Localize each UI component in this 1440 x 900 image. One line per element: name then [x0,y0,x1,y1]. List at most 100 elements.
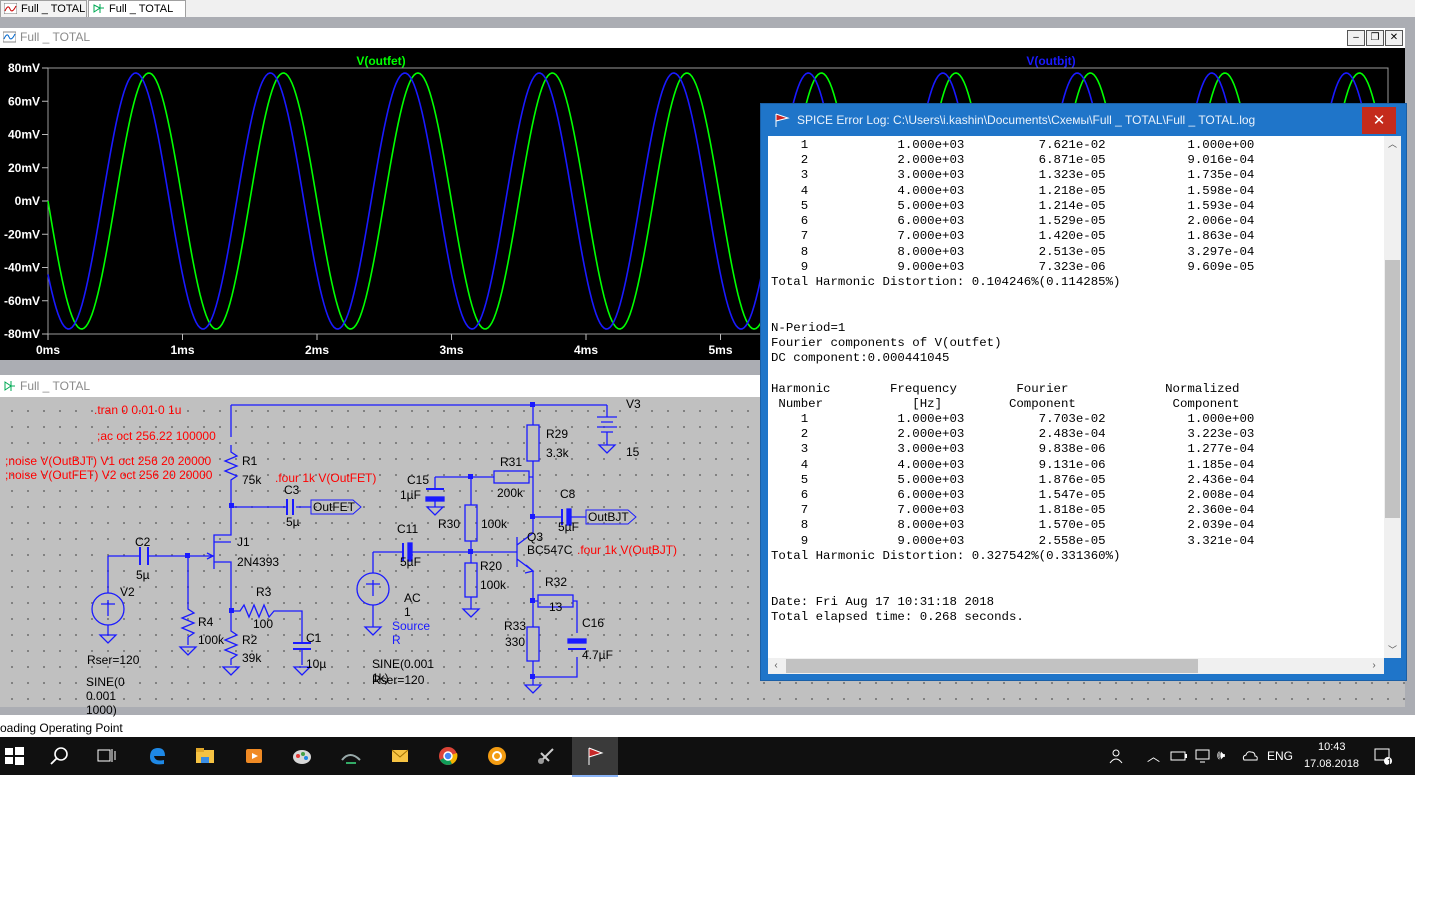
c11-name: C11 [397,522,419,536]
x-tick-label: 0ms [36,343,60,357]
log-line: 7 7.000e+03 1.420e-05 1.863e-04 [771,229,1255,244]
tab-schematic[interactable]: Full _ TOTAL [88,0,186,17]
y-tick-label: -80mV [4,327,40,341]
error-log-text: 1 1.000e+03 7.621e-02 1.000e+00 2 2.000e… [771,138,1254,625]
clock-time[interactable]: 10:43 [1318,741,1346,753]
outfet-flag[interactable]: OutFET [313,500,355,514]
ltspice-active-taskbar-button[interactable] [572,737,618,777]
start-icon[interactable] [3,745,25,767]
log-line: 3 3.000e+03 9.838e-06 1.277e-04 [771,442,1255,457]
app-orange-icon[interactable] [486,745,508,767]
r31-value: 200k [497,486,524,500]
satellite-icon[interactable] [535,745,557,767]
h-scroll-thumb[interactable] [786,659,1198,673]
scroll-left-icon[interactable]: ‹ [768,658,784,674]
network-icon[interactable] [1194,748,1212,764]
battery-icon[interactable] [1170,749,1188,763]
tran-directive[interactable]: .tran 0 0.01 0 1u [94,403,181,417]
v2-name: V2 [120,585,135,599]
ac-directive[interactable]: ;ac oct 256.22 100000 [97,429,216,443]
restore-button[interactable]: ❐ [1366,30,1384,46]
error-log-text-area[interactable]: 1 1.000e+03 7.621e-02 1.000e+00 2 2.000e… [768,136,1384,658]
log-line: Total elapsed time: 0.268 seconds. [771,609,1024,624]
c15-value: 1µF [400,488,421,502]
search-icon[interactable] [48,745,70,767]
log-line: 9 9.000e+03 7.323e-06 9.609e-05 [771,259,1255,274]
language-indicator[interactable]: ENG [1267,749,1293,763]
mail-icon[interactable] [389,745,411,767]
log-line: Number [Hz] Component Component [771,396,1240,411]
chrome-icon[interactable] [437,745,459,767]
noise-directive-1[interactable]: ;noise V(OutBJT) V1 oct 256 20 20000 [5,454,211,468]
c16-name: C16 [582,616,605,630]
log-line: Harmonic Frequency Fourier Normalized [771,381,1240,396]
outbjt-flag[interactable]: OutBJT [588,510,629,524]
close-button[interactable]: ✕ [1362,107,1396,134]
r2-value: 39k [242,651,262,665]
spice-error-log-window: SPICE Error Log: C:\Users\i.kashin\Docum… [760,103,1407,681]
tab-schematic-label: Full _ TOTAL [109,3,174,15]
waveform-icon [3,31,16,43]
file-explorer-icon[interactable] [194,745,216,767]
tab-plot[interactable]: Full _ TOTAL [0,0,87,17]
c1-name: C1 [306,631,322,645]
log-line: 9 9.000e+03 2.558e-05 3.321e-04 [771,533,1255,548]
ltspice-active-icon [588,747,604,765]
paint-icon[interactable] [291,745,313,767]
noise-directive-2[interactable]: ;noise V(OutFET) V2 oct 256 20 20000 [5,468,212,482]
log-line: N-Period=1 [771,320,846,335]
r2-name: R2 [242,633,258,647]
ltspice-icon[interactable] [340,745,362,767]
scroll-up-icon[interactable]: ︿ [1384,136,1401,152]
scroll-right-icon[interactable]: › [1366,658,1382,674]
four-bjt-directive[interactable]: .four 1k V(OutBJT) [577,543,677,557]
v3-value: 15 [626,445,640,459]
r32-value: 13 [549,600,563,614]
r4-value: 100k [198,633,225,647]
volume-icon[interactable]: 🕪 [1217,747,1225,763]
close-button[interactable]: ✕ [1385,30,1403,46]
x-tick-label: 2ms [305,343,329,357]
ac-source-label: AC 1 [404,591,421,619]
log-line: 6 6.000e+03 1.547e-05 2.008e-04 [771,488,1255,503]
r30-name: R30 [438,517,461,531]
log-line: 2 2.000e+03 6.871e-05 9.016e-04 [771,153,1255,168]
notification-count: 1 [1387,757,1393,767]
people-icon[interactable] [1108,747,1126,765]
r29-value: 3.3k [546,446,569,460]
vertical-scrollbar[interactable]: ︿ ﹀ [1384,136,1401,658]
v2-rser: Rser=120 [87,653,140,667]
q3-value: BC547C [527,543,573,557]
c8-value: 5µF [558,520,579,534]
legend-label: V(outfet) [356,54,405,68]
onedrive-icon[interactable] [1241,748,1259,764]
horizontal-scrollbar[interactable]: ‹ › [768,658,1384,674]
log-line: 8 8.000e+03 1.570e-05 2.039e-04 [771,518,1255,533]
x-tick-label: 1ms [170,343,194,357]
minimize-button[interactable]: – [1347,30,1365,46]
x-tick-label: 4ms [574,343,598,357]
plot-window-titlebar[interactable]: Full _ TOTAL – ❐ ✕ [0,28,1405,49]
log-line: 1 1.000e+03 7.621e-02 1.000e+00 [771,138,1255,152]
media-player-icon[interactable] [243,745,265,767]
scroll-down-icon[interactable]: ﹀ [1384,642,1401,658]
r4-name: R4 [198,615,214,629]
task-view-icon[interactable] [95,745,117,767]
error-log-titlebar[interactable]: SPICE Error Log: C:\Users\i.kashin\Docum… [761,104,1406,136]
clock-date[interactable]: 17.08.2018 [1304,758,1359,770]
c8-name: C8 [560,487,576,501]
error-log-title: SPICE Error Log: C:\Users\i.kashin\Docum… [797,113,1256,127]
scroll-thumb[interactable] [1385,260,1400,518]
log-line: 4 4.000e+03 1.218e-05 1.598e-04 [771,183,1255,198]
log-line: Total Harmonic Distortion: 0.104246%(0.1… [771,274,1121,289]
log-line: 4 4.000e+03 9.131e-06 1.185e-04 [771,457,1255,472]
source-r-netlabel[interactable]: Source R [392,619,430,647]
r3-name: R3 [256,585,272,599]
chevron-up-icon[interactable]: ︿ [1147,746,1160,765]
log-line: 8 8.000e+03 2.513e-05 3.297e-04 [771,244,1255,259]
c16-value: 4.7µF [582,648,613,662]
edge-icon[interactable] [146,745,168,767]
